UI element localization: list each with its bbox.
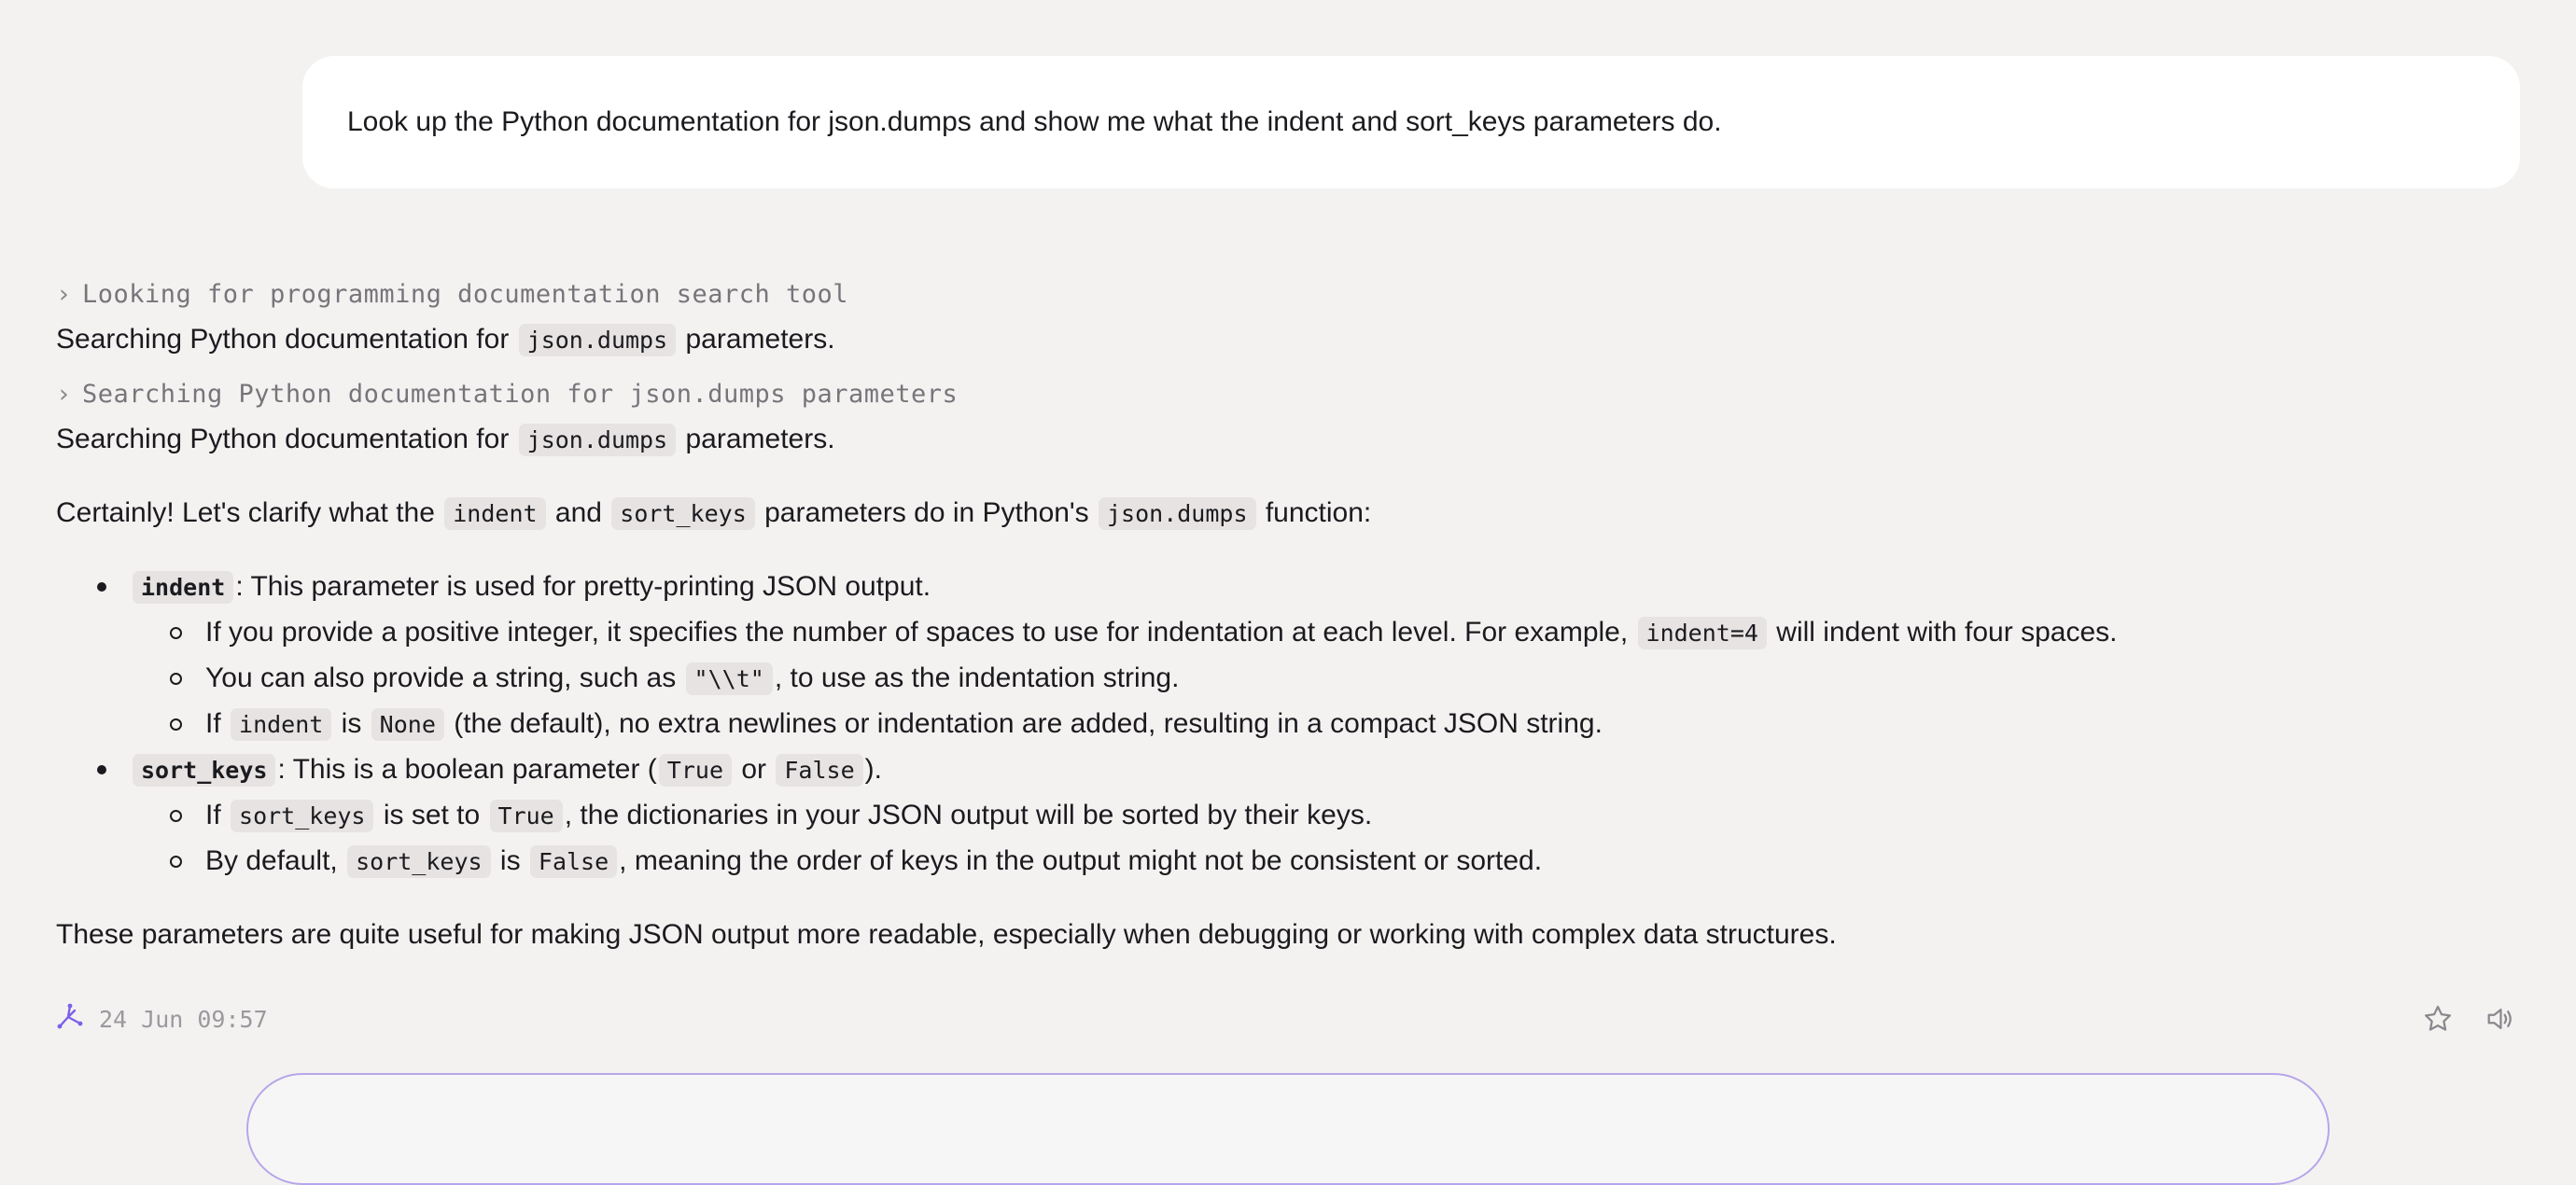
assistant-response: › Looking for programming documentation s…	[56, 272, 2520, 957]
inline-code: None	[371, 708, 444, 741]
list-item-sort-keys: sort_keys: This is a boolean parameter (…	[56, 747, 2520, 885]
answer-closing: These parameters are quite useful for ma…	[56, 919, 1837, 950]
list-item: If you provide a positive integer, it sp…	[131, 610, 2520, 656]
list-item: If sort_keys is set to True, the diction…	[131, 793, 2520, 839]
sort-keys-sublist: If sort_keys is set to True, the diction…	[131, 793, 2520, 885]
message-composer[interactable]	[246, 1073, 2330, 1185]
tool-step-label: Searching Python documentation for json.…	[82, 380, 959, 409]
inline-code: indent	[444, 497, 546, 530]
parameter-list: indent: This parameter is used for prett…	[56, 565, 2520, 885]
inline-code: json.dumps	[1099, 497, 1256, 530]
inline-code: False	[529, 845, 618, 878]
chevron-right-icon: ›	[56, 380, 72, 409]
inline-code: True	[489, 800, 563, 832]
user-message-text: Look up the Python documentation for jso…	[347, 106, 1722, 137]
indent-sublist: If you provide a positive integer, it sp…	[131, 610, 2520, 747]
inline-code: True	[658, 754, 733, 787]
inline-code: json.dumps	[518, 424, 677, 456]
chevron-right-icon: ›	[56, 280, 72, 309]
tool-step-label: Looking for programming documentation se…	[82, 280, 849, 309]
answer-intro: Certainly! Let's clarify what the indent…	[56, 497, 1372, 530]
inline-code: sort_keys	[347, 845, 491, 878]
user-message-bubble: Look up the Python documentation for jso…	[302, 56, 2520, 188]
inline-code: sort_keys	[133, 754, 276, 787]
tool-step-toggle[interactable]: › Searching Python documentation for json…	[56, 372, 2520, 417]
inline-code: json.dumps	[518, 324, 677, 356]
list-item-indent: indent: This parameter is used for prett…	[56, 565, 2520, 747]
tool-step-toggle[interactable]: › Looking for programming documentation s…	[56, 272, 2520, 317]
assistant-logo-icon	[56, 1003, 84, 1036]
star-icon[interactable]	[2417, 998, 2458, 1039]
list-item: If indent is None (the default), no extr…	[131, 702, 2520, 747]
list-item: You can also provide a string, such as "…	[131, 656, 2520, 702]
step-status-text: Searching Python documentation for json.…	[56, 324, 835, 356]
list-item: By default, sort_keys is False, meaning …	[131, 839, 2520, 885]
inline-code: False	[776, 754, 863, 787]
inline-code: "\\t"	[685, 662, 773, 695]
message-timestamp: 24 Jun 09:57	[99, 1005, 268, 1033]
message-footer: 24 Jun 09:57	[56, 998, 2520, 1039]
inline-code: sort_keys	[611, 497, 755, 530]
inline-code: indent=4	[1637, 617, 1767, 649]
speaker-icon[interactable]	[2479, 998, 2520, 1039]
inline-code: indent	[231, 708, 332, 741]
inline-code: indent	[133, 571, 234, 604]
step-status-text: Searching Python documentation for json.…	[56, 424, 835, 456]
inline-code: sort_keys	[231, 800, 374, 832]
